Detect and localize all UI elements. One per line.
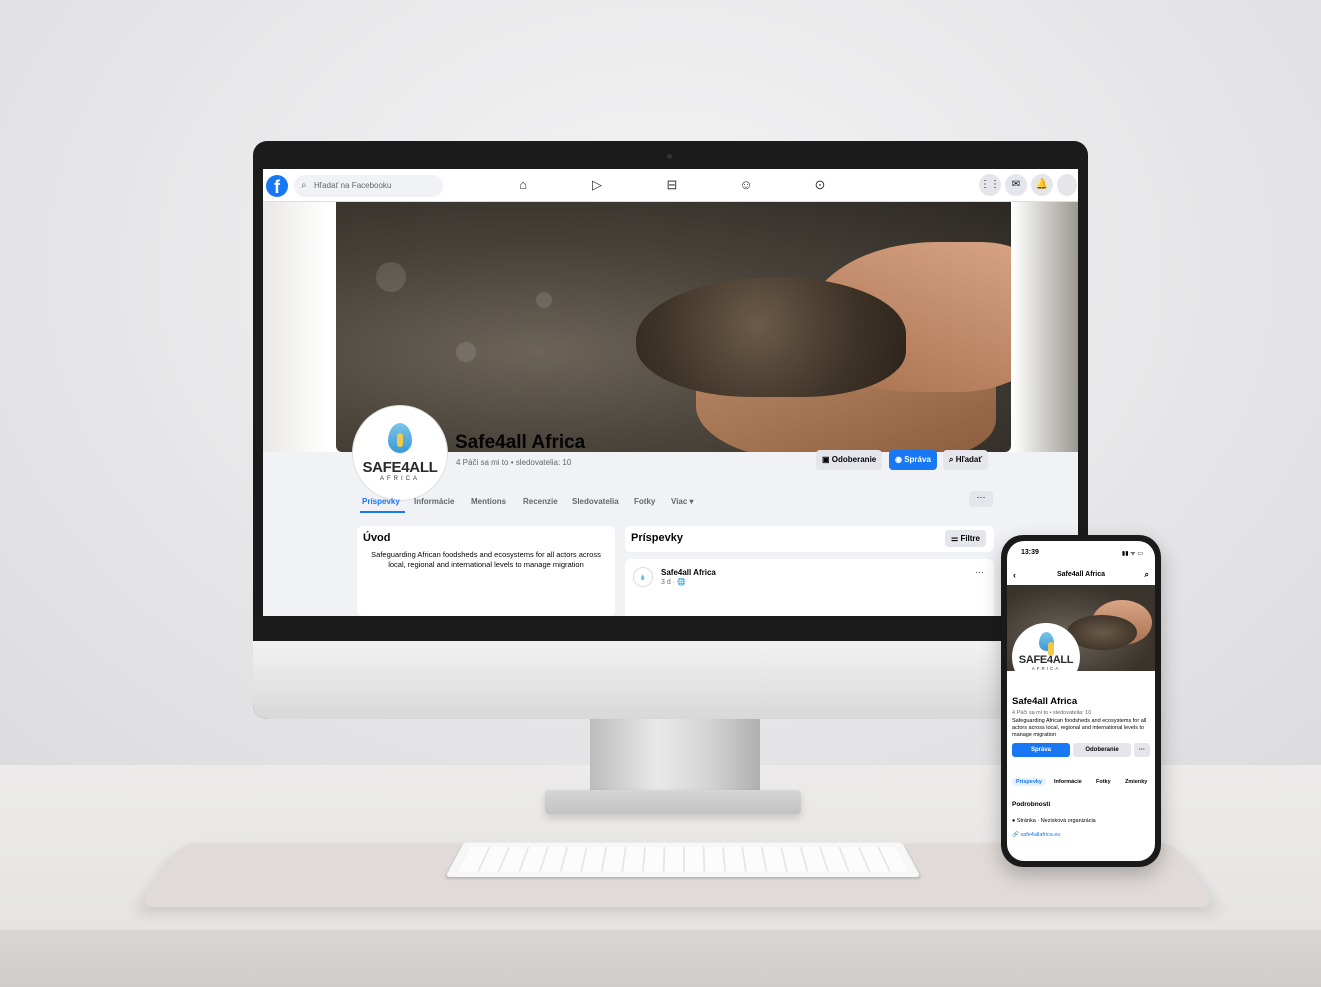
desktop-monitor: f ⌕ Hľadať na Facebooku ⌂ ▷ ⊟ ☺ ⊙ ⋮⋮ ✉ 🔔 — [253, 141, 1088, 719]
post-avatar[interactable]: 💧 — [633, 567, 653, 587]
post-author[interactable]: Safe4all Africa — [661, 568, 716, 577]
cover-photo[interactable] — [336, 202, 1011, 452]
logo-subtitle: AFRICA — [1012, 666, 1080, 671]
search-placeholder: Hľadať na Facebooku — [314, 181, 391, 190]
facebook-navbar: f ⌕ Hľadať na Facebooku ⌂ ▷ ⊟ ☺ ⊙ ⋮⋮ ✉ 🔔 — [263, 169, 1078, 202]
posts-header-card: Príspevky ⚌ Filtre — [625, 526, 994, 552]
monitor-stand — [590, 717, 760, 797]
video-icon[interactable]: ▷ — [589, 177, 605, 193]
info-icon: ● — [1012, 818, 1015, 824]
profile-picture[interactable]: SAFE4ALL AFRICA — [353, 406, 447, 500]
facebook-page-desktop: f ⌕ Hľadať na Facebooku ⌂ ▷ ⊟ ☺ ⊙ ⋮⋮ ✉ 🔔 — [263, 169, 1078, 616]
facebook-logo[interactable]: f — [266, 175, 288, 197]
tab-posts[interactable]: Príspevky — [362, 497, 400, 506]
more-options-button[interactable]: ··· — [969, 491, 993, 507]
mobile-profile-picture[interactable]: SAFE4ALL AFRICA — [1012, 623, 1080, 691]
intro-card: Úvod Safeguarding African foodsheds and … — [357, 526, 615, 616]
messenger-icon[interactable]: ✉ — [1005, 174, 1027, 196]
post-menu-button[interactable]: ··· — [975, 567, 984, 577]
intro-text: Safeguarding African foodsheds and ecosy… — [363, 550, 609, 570]
menu-grid-icon[interactable]: ⋮⋮ — [979, 174, 1001, 196]
water-drop-logo-icon — [388, 423, 412, 453]
tab-about[interactable]: Informácie — [414, 497, 454, 506]
tab-mentions[interactable]: Mentions — [471, 497, 506, 506]
page-tabs: Príspevky Informácie Mentions Recenzie S… — [263, 489, 1078, 515]
marketplace-icon[interactable]: ⊟ — [664, 177, 680, 193]
filter-icon: ⚌ — [951, 534, 958, 543]
mobile-more-button[interactable]: ··· — [1134, 743, 1150, 757]
search-icon[interactable]: ⌕ — [1145, 567, 1149, 583]
search-input[interactable]: ⌕ Hľadať na Facebooku — [294, 175, 443, 197]
search-page-button[interactable]: ⌕ Hľadať — [943, 450, 988, 470]
logo-subtitle: AFRICA — [356, 476, 444, 482]
mobile-header-title: Safe4all Africa — [1057, 571, 1105, 578]
mobile-tab-about[interactable]: Informácie — [1054, 779, 1082, 785]
monitor-chin — [253, 641, 1088, 719]
cover-soil — [636, 277, 906, 397]
water-drop-logo-icon — [1039, 632, 1054, 651]
tab-photos[interactable]: Fotky — [634, 497, 655, 506]
gaming-icon[interactable]: ⊙ — [812, 177, 828, 193]
search-icon: ⌕ — [301, 175, 307, 197]
filter-button[interactable]: ⚌ Filtre — [945, 530, 986, 547]
website-link[interactable]: safe4allafrica.eu — [1020, 832, 1060, 838]
post-time[interactable]: 3 d · 🌐 — [661, 578, 686, 586]
mobile-message-button[interactable]: Správa — [1012, 743, 1070, 757]
posts-title: Príspevky — [631, 532, 683, 544]
mobile-description: Safeguarding African foodsheds and ecosy… — [1012, 718, 1152, 739]
account-avatar[interactable] — [1057, 174, 1077, 196]
page-stats: 4 Páči sa mi to • sledovatelia: 10 — [456, 458, 571, 467]
webcam — [667, 154, 672, 159]
mobile-tab-posts[interactable]: Príspevky — [1012, 778, 1046, 786]
mobile-page-stats: 4 Páči sa mi to • sledovatelia: 10 — [1012, 710, 1091, 716]
post-card: 💧 Safe4all Africa 3 d · 🌐 ··· — [625, 559, 994, 616]
subscribe-button[interactable]: ▣ Odoberanie — [816, 450, 882, 470]
logo-wordmark: SAFE4ALL — [1012, 654, 1080, 666]
smartphone: 13:39 ▮▮ ᯤ ▭ ‹ Safe4all Africa ⌕ SAFE4AL… — [1001, 535, 1161, 867]
tab-more[interactable]: Viac ▾ — [671, 497, 694, 506]
mobile-page-title: Safe4all Africa — [1012, 696, 1077, 707]
home-icon[interactable]: ⌂ — [515, 177, 531, 193]
facebook-page-mobile: 13:39 ▮▮ ᯤ ▭ ‹ Safe4all Africa ⌕ SAFE4AL… — [1007, 541, 1155, 861]
monitor-stand-base — [545, 790, 801, 814]
desk-edge — [0, 930, 1321, 987]
notifications-icon[interactable]: 🔔 — [1031, 174, 1053, 196]
mobile-tab-mentions[interactable]: Zmienky — [1125, 779, 1147, 785]
mobile-tabs: Príspevky Informácie Fotky Zmienky — [1007, 775, 1155, 789]
active-tab-indicator — [360, 511, 405, 513]
page-title: Safe4all Africa — [455, 432, 585, 454]
tab-reviews[interactable]: Recenzie — [523, 497, 558, 506]
status-icons: ▮▮ ᯤ ▭ — [1122, 549, 1143, 557]
mobile-tab-photos[interactable]: Fotky — [1096, 779, 1111, 785]
logo-wordmark: SAFE4ALL — [356, 459, 444, 476]
intro-title: Úvod — [363, 532, 391, 544]
groups-icon[interactable]: ☺ — [738, 177, 754, 193]
mobile-header: ‹ Safe4all Africa ⌕ — [1007, 567, 1155, 583]
mobile-subscribe-button[interactable]: Odoberanie — [1073, 743, 1131, 757]
details-website-row[interactable]: 🔗 safe4allafrica.eu — [1012, 832, 1060, 838]
details-title: Podrobnosti — [1012, 801, 1050, 808]
search-icon: ⌕ — [949, 455, 953, 464]
details-category-row: ● Stránka · Nezisková organizácia — [1012, 818, 1096, 824]
keyboard — [445, 842, 920, 876]
message-button[interactable]: ◉ Správa — [889, 450, 937, 470]
status-time: 13:39 — [1021, 549, 1039, 556]
link-icon: 🔗 — [1012, 832, 1019, 838]
tab-followers[interactable]: Sledovatelia — [572, 497, 619, 506]
back-arrow-icon[interactable]: ‹ — [1013, 567, 1016, 583]
